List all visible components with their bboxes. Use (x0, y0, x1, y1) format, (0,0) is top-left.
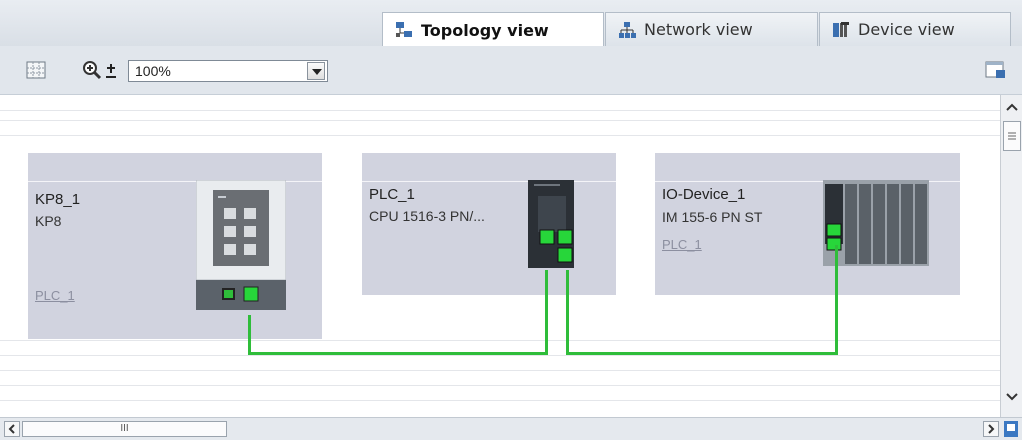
toolbar: 100% (0, 46, 1022, 95)
connection-line[interactable] (566, 270, 569, 355)
grid-line (0, 400, 1000, 401)
view-tab-bar: Topology view Network view Device view (0, 0, 1022, 47)
device-type: CPU 1516-3 PN/... (369, 208, 485, 224)
device-plc[interactable]: PLC_1 CPU 1516-3 PN/... (362, 153, 616, 295)
scroll-down-icon[interactable] (1003, 387, 1021, 405)
tab-label: Topology view (421, 20, 549, 40)
subnet-link[interactable]: PLC_1 (662, 237, 702, 252)
grid-line (0, 110, 1000, 111)
connection-line[interactable] (566, 352, 838, 355)
device-header-band (362, 181, 616, 182)
grid-line (0, 135, 1000, 136)
io-device-image-icon (823, 180, 929, 266)
subnet-link[interactable]: PLC_1 (35, 288, 75, 303)
tab-network-view[interactable]: Network view (605, 12, 818, 46)
tab-device-view[interactable]: Device view (819, 12, 1011, 46)
device-name: IO-Device_1 (662, 186, 746, 203)
device-name: KP8_1 (35, 191, 81, 208)
device-type: KP8 (35, 213, 62, 229)
grid-line (0, 385, 1000, 386)
chevron-down-icon[interactable] (307, 62, 325, 80)
zoom-value: 100% (135, 63, 171, 79)
zoom-step-icon[interactable] (104, 60, 118, 80)
zoom-select[interactable]: 100% (128, 60, 328, 82)
device-icon (832, 21, 850, 39)
connection-line[interactable] (545, 270, 548, 355)
grid-line (0, 120, 1000, 121)
connection-line[interactable] (248, 315, 251, 355)
device-type: IM 155-6 PN ST (662, 209, 763, 225)
scroll-up-icon[interactable] (1003, 99, 1021, 117)
horizontal-scrollbar[interactable]: III (0, 417, 1022, 440)
topology-icon (395, 21, 413, 39)
navigator-icon[interactable] (1003, 420, 1019, 438)
scroll-right-icon[interactable] (983, 421, 999, 437)
cpu-image-icon (528, 180, 574, 268)
zoom-in-icon[interactable] (82, 60, 102, 80)
vertical-scrollbar[interactable] (1000, 95, 1022, 417)
overview-panel-icon[interactable] (985, 60, 1007, 80)
topology-canvas[interactable]: KP8_1 KP8 PLC_1 PLC_1 CPU 1516-3 PN/... (0, 95, 1000, 417)
grid-line (0, 370, 1000, 371)
device-name: PLC_1 (369, 186, 415, 203)
connection-line[interactable] (835, 245, 838, 355)
connection-line[interactable] (248, 352, 548, 355)
network-icon (618, 21, 636, 39)
grid-toggle-button[interactable] (26, 60, 46, 80)
grid-line (0, 355, 1000, 356)
device-kp8[interactable]: KP8_1 KP8 PLC_1 (28, 153, 322, 339)
device-io-device[interactable]: IO-Device_1 IM 155-6 PN ST PLC_1 (655, 153, 960, 295)
tab-label: Network view (644, 20, 753, 39)
switch-image-icon (196, 180, 286, 310)
tab-topology-view[interactable]: Topology view (382, 12, 604, 47)
tab-label: Device view (858, 20, 955, 39)
scroll-left-icon[interactable] (4, 421, 20, 437)
horizontal-scroll-thumb[interactable]: III (22, 421, 227, 437)
grid-line (0, 340, 1000, 341)
vertical-scroll-thumb[interactable] (1003, 121, 1021, 151)
